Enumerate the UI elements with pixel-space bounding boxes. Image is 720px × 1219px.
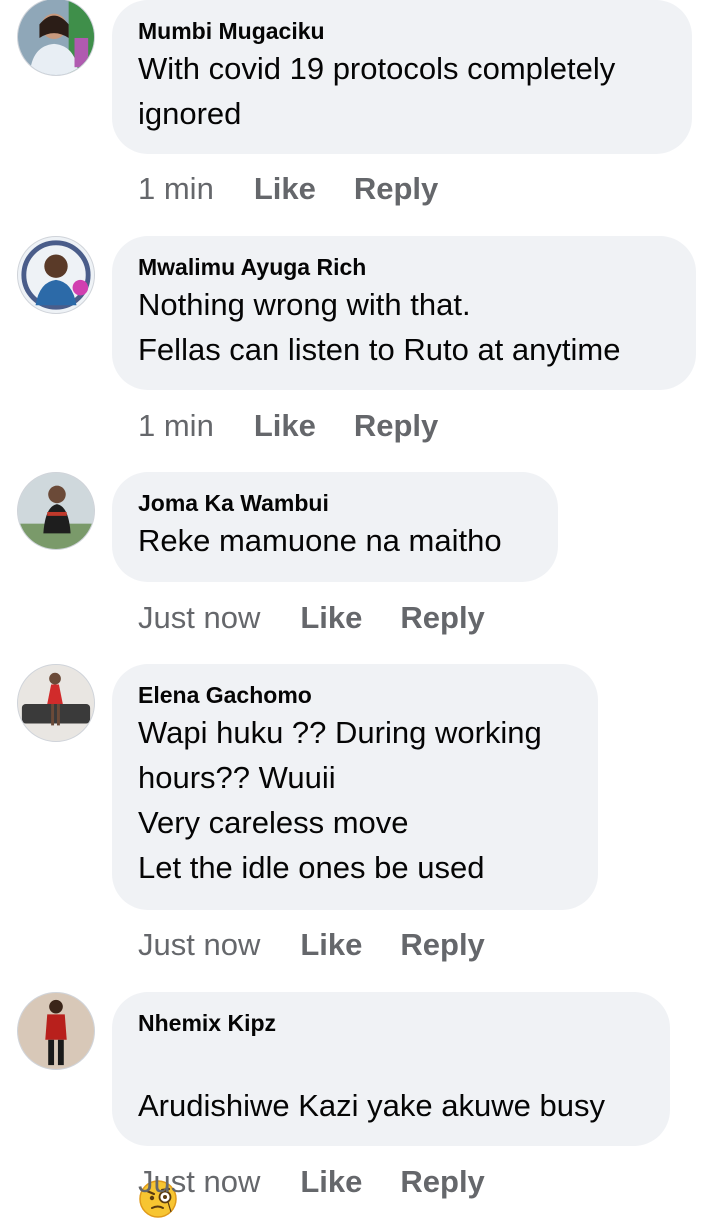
reply-button[interactable]: Reply xyxy=(354,406,438,446)
comment-time[interactable]: 1 min xyxy=(138,169,214,209)
reply-button[interactable]: Reply xyxy=(354,169,438,209)
comment-bubble: Joma Ka Wambui Reke mamuone na maitho xyxy=(112,472,558,582)
avatar[interactable] xyxy=(17,664,95,742)
comment-author[interactable]: Nhemix Kipz xyxy=(138,1008,644,1038)
comment-text: Wapi huku ?? During working hours?? Wuui… xyxy=(138,715,542,885)
comment-author[interactable]: Joma Ka Wambui xyxy=(138,488,532,518)
reply-button[interactable]: Reply xyxy=(400,925,484,965)
comment-text: With covid 19 protocols completely ignor… xyxy=(138,51,616,131)
comment-bubble: Mumbi Mugaciku With covid 19 protocols c… xyxy=(112,0,692,154)
comment-meta: Just now Like Reply xyxy=(138,1162,523,1202)
avatar[interactable] xyxy=(17,472,95,550)
avatar-icon xyxy=(18,237,94,313)
comment-meta: Just now Like Reply xyxy=(138,598,523,638)
comment-author[interactable]: Mumbi Mugaciku xyxy=(138,16,666,46)
comment-meta: 1 min Like Reply xyxy=(138,406,476,446)
comment-text-line: Arudishiwe Kazi yake akuwe busy xyxy=(138,1088,605,1123)
avatar[interactable] xyxy=(17,0,95,76)
avatar-icon xyxy=(18,473,94,549)
avatar-icon xyxy=(18,0,94,75)
avatar[interactable] xyxy=(17,992,95,1070)
comment-time[interactable]: 1 min xyxy=(138,406,214,446)
comment-bubble: Mwalimu Ayuga Rich Nothing wrong with th… xyxy=(112,236,696,390)
avatar-icon xyxy=(18,665,94,741)
like-button[interactable]: Like xyxy=(300,598,362,638)
comment-time[interactable]: Just now xyxy=(138,925,260,965)
comment-text: Nothing wrong with that. Fellas can list… xyxy=(138,287,621,367)
like-button[interactable]: Like xyxy=(254,169,316,209)
like-button[interactable]: Like xyxy=(300,1162,362,1202)
like-button[interactable]: Like xyxy=(300,925,362,965)
comment-text: Reke mamuone na maitho xyxy=(138,523,502,558)
comment-bubble: Elena Gachomo Wapi huku ?? During workin… xyxy=(112,664,598,910)
comment-meta: 1 min Like Reply xyxy=(138,169,476,209)
avatar-icon xyxy=(18,993,94,1069)
avatar[interactable] xyxy=(17,236,95,314)
comment-author[interactable]: Mwalimu Ayuga Rich xyxy=(138,252,670,282)
reply-button[interactable]: Reply xyxy=(400,1162,484,1202)
like-button[interactable]: Like xyxy=(254,406,316,446)
reply-button[interactable]: Reply xyxy=(400,598,484,638)
comment-author[interactable]: Elena Gachomo xyxy=(138,680,572,710)
comment-time[interactable]: Just now xyxy=(138,598,260,638)
comment-bubble: Nhemix Kipz Arudishiwe Kazi yake akuwe b… xyxy=(112,992,670,1218)
comment-time[interactable]: Just now xyxy=(138,1162,260,1202)
comment-meta: Just now Like Reply xyxy=(138,925,523,965)
